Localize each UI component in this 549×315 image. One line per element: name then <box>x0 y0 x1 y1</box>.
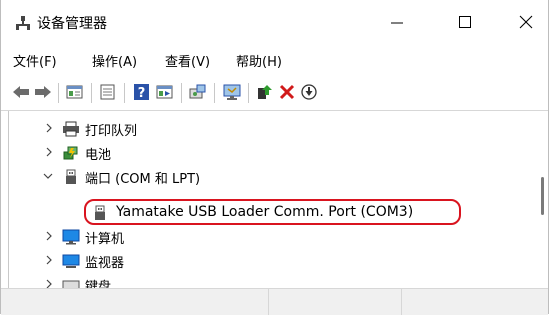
minimize-icon <box>391 22 403 24</box>
keyboard-icon <box>62 280 80 288</box>
back-icon <box>13 86 29 98</box>
monitor-icon <box>223 84 241 100</box>
tree-item-ports[interactable]: 端口 (COM 和 LPT) <box>9 165 529 189</box>
toolbar-separator <box>248 83 249 103</box>
tree-item-print-queue[interactable]: 打印队列 <box>9 117 529 141</box>
tree-item-label: 打印队列 <box>85 124 138 139</box>
menu-help[interactable]: 帮助(H) <box>236 51 282 70</box>
status-bar <box>1 288 548 315</box>
tree-item-monitor[interactable]: 监视器 <box>9 249 529 273</box>
menu-file[interactable]: 文件(F) <box>13 51 57 70</box>
help-button[interactable]: ? <box>132 83 152 101</box>
chevron-right-icon[interactable] <box>44 231 54 241</box>
toolbar-separator <box>91 83 92 103</box>
highlight-annotation <box>84 199 461 225</box>
properties-button[interactable] <box>65 83 85 101</box>
device-manager-window: 设备管理器 文件(F) 操作(A) 查看(V) 帮助(H) ? 打印队列 电池 … <box>0 0 549 315</box>
scan-hardware-button[interactable] <box>188 83 208 101</box>
scrollbar-thumb[interactable] <box>541 177 544 215</box>
chevron-down-icon[interactable] <box>43 171 53 181</box>
toolbar-separator <box>181 83 182 103</box>
close-button[interactable] <box>503 0 549 44</box>
uninstall-button[interactable] <box>277 83 297 101</box>
computer-icon <box>62 229 80 245</box>
enable-button[interactable] <box>299 83 319 101</box>
chevron-right-icon[interactable] <box>44 279 54 288</box>
help-icon: ? <box>134 84 149 101</box>
device-tree[interactable]: 打印队列 电池 端口 (COM 和 LPT) Yamatake USB Load… <box>8 111 539 288</box>
minimize-button[interactable] <box>374 0 420 44</box>
status-divider <box>268 289 269 315</box>
port-icon <box>66 169 76 184</box>
menu-view[interactable]: 查看(V) <box>165 51 210 70</box>
tree-item-computer[interactable]: 计算机 <box>9 225 529 249</box>
printer-icon <box>63 121 79 137</box>
vertical-scrollbar[interactable] <box>538 111 548 288</box>
battery-icon <box>63 146 78 160</box>
tree-item-label: 计算机 <box>85 232 125 247</box>
status-divider <box>401 289 402 315</box>
menu-bar: 文件(F) 操作(A) 查看(V) 帮助(H) <box>1 46 548 72</box>
toolbar: ? <box>1 78 548 106</box>
device-list-icon <box>100 84 115 100</box>
view-icon <box>156 85 173 99</box>
maximize-icon <box>459 16 471 28</box>
view-button[interactable] <box>155 83 175 101</box>
menu-action[interactable]: 操作(A) <box>92 51 137 70</box>
tree-item-label: 电池 <box>85 148 112 163</box>
update-driver-icon <box>258 85 272 99</box>
title-bar: 设备管理器 <box>1 0 548 44</box>
toolbar-separator <box>214 83 215 103</box>
forward-button[interactable] <box>33 83 53 101</box>
close-icon <box>519 15 533 29</box>
tree-item-label: 键盘 <box>85 280 112 288</box>
device-list-button[interactable] <box>98 83 118 101</box>
monitor-icon <box>62 254 80 268</box>
window-title: 设备管理器 <box>37 16 107 32</box>
device-manager-app-icon <box>16 16 30 30</box>
enable-icon <box>301 84 317 100</box>
chevron-right-icon[interactable] <box>44 123 54 133</box>
chevron-right-icon[interactable] <box>44 147 54 157</box>
svg-text:?: ? <box>138 86 146 101</box>
back-button[interactable] <box>11 83 31 101</box>
tree-item-label: 端口 (COM 和 LPT) <box>85 172 201 187</box>
monitor-button[interactable] <box>222 83 242 101</box>
maximize-button[interactable] <box>442 0 488 44</box>
toolbar-separator <box>124 83 125 103</box>
properties-icon <box>66 85 83 99</box>
toolbar-separator <box>58 83 59 103</box>
forward-icon <box>35 86 51 98</box>
tree-item-label: 监视器 <box>85 256 125 271</box>
scan-icon <box>189 84 206 99</box>
tree-item-battery[interactable]: 电池 <box>9 141 529 165</box>
tree-item-keyboard[interactable]: 键盘 <box>9 273 529 288</box>
uninstall-icon <box>279 84 295 100</box>
update-driver-button[interactable] <box>255 83 275 101</box>
chevron-right-icon[interactable] <box>44 255 54 265</box>
